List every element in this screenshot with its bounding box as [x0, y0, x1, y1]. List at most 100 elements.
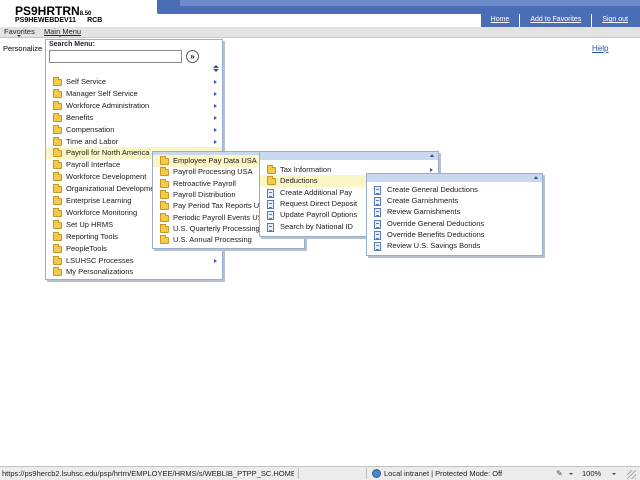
- menu-item-label: Payroll Interface: [66, 160, 121, 170]
- resize-grip-icon[interactable]: [627, 470, 636, 479]
- menu-item-review-garnishments[interactable]: Review Garnishments: [367, 206, 542, 218]
- menu-item-label: U.S. Annual Processing: [173, 235, 252, 245]
- tools-dropdown-icon[interactable]: [569, 473, 573, 475]
- menu-item-manager-self-service[interactable]: Manager Self Service: [46, 88, 222, 100]
- folder-icon: [53, 196, 62, 205]
- menu-item-label: PeopleTools: [66, 243, 107, 253]
- menu-item-label: My Personalizations: [66, 267, 134, 277]
- menu-item-label: U.S. Quarterly Processing: [173, 223, 260, 233]
- document-icon: [374, 230, 381, 240]
- favorites-arrow-icon: [17, 35, 21, 37]
- status-separator: [298, 468, 299, 479]
- main-menu-arrow-icon: [58, 35, 62, 37]
- personalize-link[interactable]: Personalize: [3, 44, 42, 53]
- menu-item-override-benefits-deductions[interactable]: Override Benefits Deductions: [367, 229, 542, 241]
- folder-icon: [267, 165, 276, 174]
- menu-item-create-general-deductions[interactable]: Create General Deductions: [367, 184, 542, 196]
- menu-item-benefits[interactable]: Benefits: [46, 112, 222, 124]
- menu-item-time-and-labor[interactable]: Time and Labor: [46, 136, 222, 148]
- folder-icon: [267, 176, 276, 186]
- zoom-dropdown-icon[interactable]: [612, 473, 616, 475]
- menu-item-label: Create Additional Pay: [280, 187, 353, 197]
- folder-icon: [160, 167, 169, 177]
- help-link[interactable]: Help: [592, 44, 608, 53]
- menu-item-create-garnishments[interactable]: Create Garnishments: [367, 195, 542, 207]
- folder-icon: [53, 100, 62, 110]
- menu-item-my-personalizations[interactable]: My Personalizations: [46, 266, 222, 278]
- home-link[interactable]: Home: [479, 14, 520, 27]
- folder-icon: [53, 77, 62, 86]
- folder-icon: [160, 156, 169, 165]
- security-zone[interactable]: Local intranet | Protected Mode: Off: [384, 469, 502, 478]
- database-name: PS9HRTRN: [15, 4, 80, 18]
- submenu-arrow-icon: [214, 115, 217, 120]
- search-go-button[interactable]: »: [186, 50, 199, 63]
- menu-item-label: Reporting Tools: [66, 231, 118, 241]
- tools-icon[interactable]: ✎: [556, 469, 565, 478]
- menu-item-label: Benefits: [66, 112, 94, 122]
- document-icon: [267, 188, 274, 198]
- app-title: PS9HRTRN8.50: [15, 4, 91, 18]
- menu-item-label: Review U.S. Savings Bonds: [387, 241, 481, 250]
- sign-out-link[interactable]: Sign out: [591, 14, 640, 27]
- add-to-favorites-link[interactable]: Add to Favorites: [519, 14, 592, 27]
- status-separator: [366, 468, 367, 479]
- menu-item-label: Set Up HRMS: [66, 219, 114, 229]
- folder-icon: [53, 255, 62, 265]
- menu-bar: Favorites Main Menu: [0, 27, 640, 38]
- document-icon: [374, 197, 381, 207]
- menu-item-review-u-s-savings-bonds[interactable]: Review U.S. Savings Bonds: [367, 240, 542, 252]
- status-bar: https://ps9hercb2.lsuhsc.edu/psp/hrtrn/E…: [0, 466, 640, 480]
- folder-icon: [53, 160, 62, 170]
- menu-item-label: Create Garnishments: [387, 196, 459, 206]
- folder-icon: [53, 231, 62, 241]
- menu-item-label: Self Service: [66, 77, 107, 86]
- folder-icon: [160, 223, 169, 233]
- deductions-menu-panel: Create General Deductions Create Garnishm…: [366, 173, 543, 256]
- folder-icon: [160, 201, 169, 211]
- menu-item-label: Workforce Development: [66, 172, 147, 182]
- menu-item-label: Pay Period Tax Reports USA: [173, 201, 270, 211]
- scroll-arrows-icon[interactable]: [213, 65, 219, 73]
- folder-icon: [53, 219, 62, 229]
- zoom-level[interactable]: 100%: [582, 469, 601, 478]
- folder-icon: [160, 178, 169, 188]
- menu-item-label: Periodic Payroll Events USA: [173, 212, 268, 222]
- page-header: PS9HRTRN8.50 PS9HEWEBDEV11 RCB Home Add t…: [0, 0, 640, 27]
- menu-item-label: Workforce Monitoring: [66, 207, 138, 217]
- folder-icon: [53, 243, 62, 253]
- menu-item-label: Request Direct Deposit: [280, 198, 358, 208]
- submenu-arrow-icon: [430, 168, 433, 172]
- folder-icon: [160, 189, 169, 199]
- search-menu-input[interactable]: [49, 50, 182, 63]
- document-icon: [374, 208, 381, 218]
- scroll-up-icon: [430, 154, 434, 157]
- menu-item-label: Deductions: [280, 176, 318, 186]
- menu-item-label: Enterprise Learning: [66, 196, 132, 205]
- search-menu-label: Search Menu:: [49, 41, 95, 48]
- status-url: https://ps9hercb2.lsuhsc.edu/psp/hrtrn/E…: [2, 469, 294, 478]
- menu-item-lsuhsc-processes[interactable]: LSUHSC Processes: [46, 255, 222, 267]
- menu-item-label: Employee Pay Data USA: [173, 156, 257, 165]
- header-links: Home Add to Favorites Sign out: [479, 14, 640, 27]
- document-icon: [267, 211, 274, 221]
- main-menu[interactable]: Main Menu: [44, 27, 81, 36]
- menu-item-label: Tax Information: [280, 165, 332, 174]
- menu-item-workforce-administration[interactable]: Workforce Administration: [46, 100, 222, 112]
- deductions-menu-scroll-up[interactable]: [367, 174, 542, 182]
- pay-data-menu-scroll-up[interactable]: [260, 152, 438, 160]
- menu-item-self-service[interactable]: Self Service: [46, 76, 222, 88]
- folder-icon: [53, 88, 62, 98]
- folder-icon: [53, 112, 62, 122]
- folder-icon: [53, 207, 62, 217]
- menu-item-override-general-deductions[interactable]: Override General Deductions: [367, 218, 542, 230]
- menu-item-compensation[interactable]: Compensation: [46, 124, 222, 136]
- menu-item-label: Payroll for North America: [66, 148, 150, 158]
- header-band-top: [180, 0, 640, 6]
- folder-icon: [160, 212, 169, 222]
- submenu-arrow-icon: [214, 139, 217, 144]
- submenu-arrow-icon: [214, 103, 217, 108]
- menu-item-label: Override Benefits Deductions: [387, 229, 485, 239]
- menu-item-label: Compensation: [66, 124, 115, 134]
- submenu-arrow-icon: [214, 258, 217, 263]
